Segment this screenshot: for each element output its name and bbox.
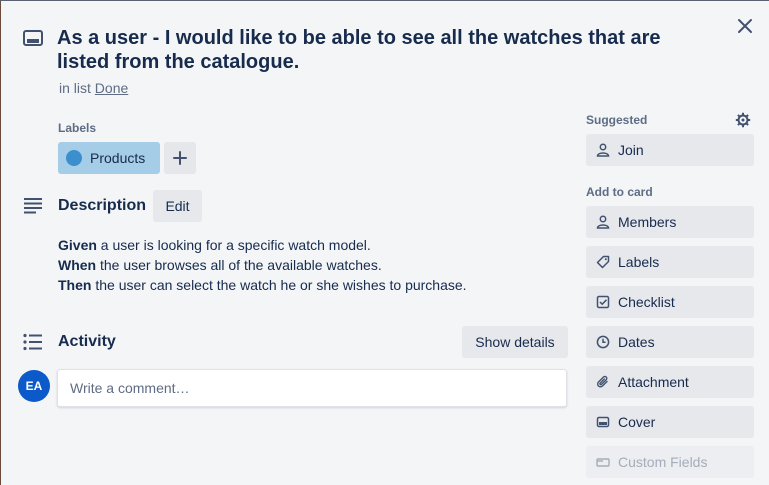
keyword-when: When: [58, 257, 97, 273]
person-icon: [596, 143, 610, 157]
card-icon: [23, 30, 43, 46]
gear-icon[interactable]: [733, 110, 753, 130]
checklist-icon: [596, 295, 610, 309]
labels-heading: Labels: [58, 121, 97, 135]
label-name: Products: [90, 150, 146, 166]
tag-icon: [596, 255, 610, 269]
checklist-button[interactable]: Checklist: [586, 286, 754, 318]
dates-button[interactable]: Dates: [586, 326, 754, 358]
cover-button[interactable]: Cover: [586, 406, 754, 438]
cover-label: Cover: [618, 414, 656, 430]
labels-button[interactable]: Labels: [586, 246, 754, 278]
description-text[interactable]: Given a user is looking for a specific w…: [58, 235, 467, 295]
card-title[interactable]: As a user - I would like to be able to s…: [57, 26, 697, 74]
add-to-card-heading: Add to card: [586, 185, 653, 199]
labels-label: Labels: [618, 254, 660, 270]
suggested-heading: Suggested: [586, 113, 648, 127]
list-link[interactable]: Done: [95, 80, 128, 96]
person-icon: [596, 215, 610, 229]
edit-description-button[interactable]: Edit: [153, 190, 202, 222]
avatar[interactable]: EA: [18, 370, 50, 402]
label-chip-products[interactable]: Products: [58, 142, 160, 174]
comment-input[interactable]: [57, 369, 567, 407]
checklist-label: Checklist: [618, 294, 675, 310]
members-label: Members: [618, 214, 677, 230]
paperclip-icon: [596, 375, 610, 389]
dates-label: Dates: [618, 334, 655, 350]
description-line: When the user browses all of the availab…: [58, 255, 467, 275]
plus-icon: [173, 151, 187, 165]
custom-fields-button: Custom Fields: [586, 446, 754, 478]
description-icon: [23, 197, 43, 215]
card-detail-modal: As a user - I would like to be able to s…: [1, 1, 769, 485]
add-label-button[interactable]: [164, 142, 196, 174]
attachment-label: Attachment: [618, 374, 689, 390]
clock-icon: [596, 335, 610, 349]
members-button[interactable]: Members: [586, 206, 754, 238]
line-text: a user is looking for a specific watch m…: [96, 237, 371, 253]
activity-icon: [23, 333, 43, 351]
keyword-given: Given: [58, 237, 97, 253]
description-line: Then the user can select the watch he or…: [58, 275, 467, 295]
line-text: the user browses all of the available wa…: [96, 257, 382, 273]
activity-heading: Activity: [58, 333, 116, 350]
label-color-dot: [66, 150, 82, 166]
in-list-prefix: in list: [59, 80, 91, 96]
keyword-then: Then: [58, 277, 92, 293]
cover-icon: [596, 415, 610, 429]
description-heading: Description: [58, 197, 147, 214]
line-text: the user can select the watch he or she …: [91, 277, 467, 293]
custom-fields-label: Custom Fields: [618, 454, 708, 470]
show-details-button[interactable]: Show details: [462, 326, 568, 358]
join-button[interactable]: Join: [586, 134, 754, 166]
close-icon[interactable]: [733, 14, 757, 38]
attachment-button[interactable]: Attachment: [586, 366, 754, 398]
custom-fields-icon: [596, 455, 610, 469]
join-label: Join: [618, 142, 644, 158]
description-line: Given a user is looking for a specific w…: [58, 235, 467, 255]
list-info: in list Done: [59, 80, 128, 96]
